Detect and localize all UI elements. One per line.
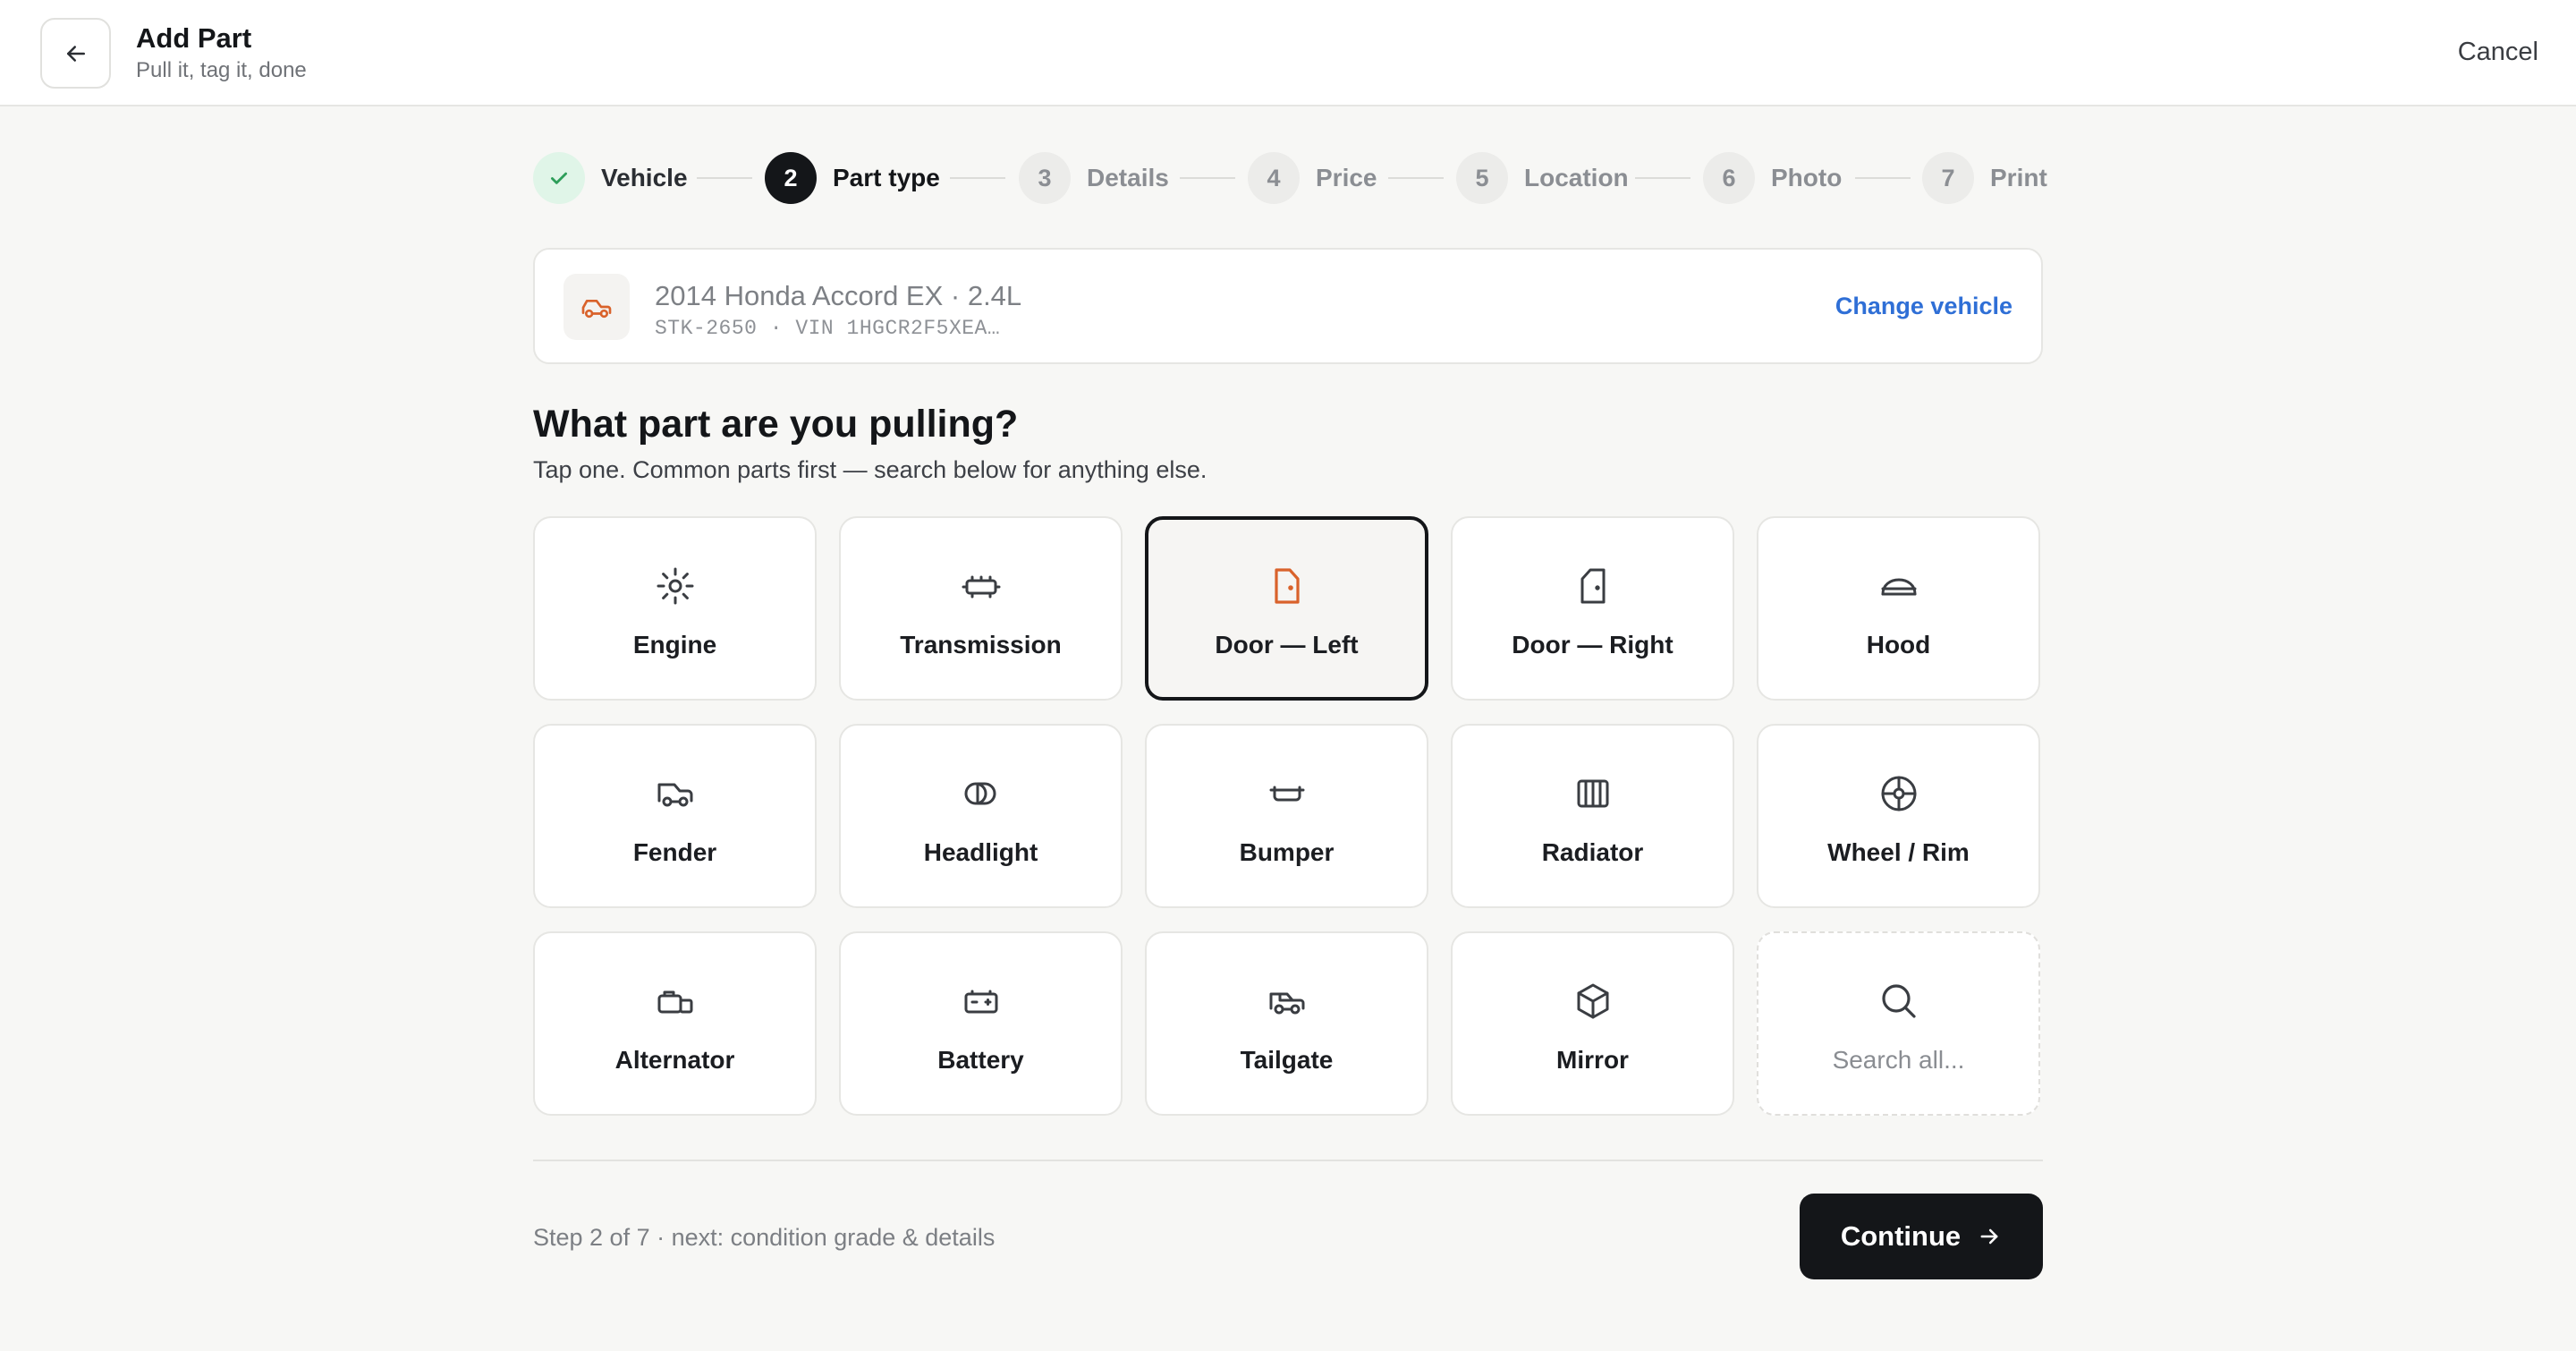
transmission-icon	[962, 575, 1000, 599]
step-number: 5	[1456, 152, 1508, 204]
step-label: Photo	[1771, 164, 1843, 191]
step-connector	[1180, 177, 1235, 179]
arrow-right-icon	[1980, 1228, 1998, 1245]
step-label: Price	[1316, 164, 1377, 191]
part-tile-label: Radiator	[1541, 838, 1644, 866]
step-photo: 6 Photo	[1703, 152, 1842, 204]
continue-label: Continue	[1840, 1220, 1962, 1252]
step-label: Print	[1990, 164, 2047, 191]
section-hint: Tap one. Common parts first — search bel…	[533, 456, 1208, 483]
section-heading: What part are you pulling?	[533, 403, 1019, 446]
part-type-grid: Engine Transmission Door — Left Door — R…	[533, 516, 2043, 1116]
change-vehicle-link[interactable]: Change vehicle	[1835, 293, 2012, 320]
part-tile-bumper[interactable]: Bumper	[1145, 724, 1428, 908]
part-tile-label: Hood	[1866, 631, 1931, 659]
progress-stepper: Vehicle 2 Part type 3 Details 4 Price 5 …	[533, 152, 2047, 204]
page-subtitle: Pull it, tag it, done	[136, 58, 307, 82]
step-details: 3 Details	[1019, 152, 1169, 204]
step-number: 3	[1019, 152, 1071, 204]
battery-icon	[964, 990, 997, 1014]
step-progress-note: Step 2 of 7 · next: condition grade & de…	[533, 1224, 996, 1251]
alternator-icon	[657, 990, 692, 1014]
part-tile-label: Fender	[632, 838, 717, 866]
part-tile-label: Tailgate	[1240, 1046, 1334, 1074]
part-tile-label: Headlight	[923, 838, 1038, 866]
step-part-type[interactable]: 2 Part type	[765, 152, 940, 204]
mirror-icon	[1577, 983, 1608, 1019]
step-number: 6	[1703, 152, 1755, 204]
engine-icon	[657, 567, 693, 605]
step-number: 7	[1922, 152, 1974, 204]
back-button[interactable]	[40, 18, 111, 89]
part-tile-label: Alternator	[614, 1046, 735, 1074]
arrow-left-icon	[66, 45, 85, 62]
step-vehicle[interactable]: Vehicle	[533, 152, 688, 204]
step-print: 7 Print	[1922, 152, 2047, 204]
page-title: Add Part	[136, 22, 252, 54]
radiator-icon	[1577, 779, 1608, 808]
step-connector	[1388, 177, 1444, 179]
step-label: Vehicle	[601, 164, 688, 191]
part-tile-label: Wheel / Rim	[1827, 838, 1970, 866]
step-location: 5 Location	[1456, 152, 1629, 204]
part-tile-label: Search all...	[1832, 1046, 1965, 1074]
part-tile-hood[interactable]: Hood	[1757, 516, 2040, 701]
part-tile-transmission[interactable]: Transmission	[839, 516, 1123, 701]
part-tile-engine[interactable]: Engine	[533, 516, 817, 701]
step-connector	[697, 177, 752, 179]
door-right-icon	[1580, 568, 1605, 604]
part-tile-door-left[interactable]: Door — Left	[1145, 516, 1428, 701]
part-tile-battery[interactable]: Battery	[839, 931, 1123, 1116]
step-done-marker	[533, 152, 585, 204]
headlight-icon	[964, 782, 996, 805]
part-tile-label: Door — Left	[1215, 631, 1359, 659]
part-tile-fender[interactable]: Fender	[533, 724, 817, 908]
footer-divider	[533, 1160, 2043, 1161]
cancel-button[interactable]: Cancel	[2458, 38, 2538, 67]
part-tile-tailgate[interactable]: Tailgate	[1145, 931, 1428, 1116]
part-tile-label: Battery	[937, 1046, 1024, 1074]
vehicle-name: 2014 Honda Accord EX · 2.4L	[655, 280, 1022, 311]
part-tile-search-all[interactable]: Search all...	[1757, 931, 2040, 1116]
step-number: 2	[765, 152, 817, 204]
part-tile-radiator[interactable]: Radiator	[1451, 724, 1734, 908]
vehicle-summary-card: 2014 Honda Accord EX · 2.4L STK-2650 · V…	[533, 248, 2043, 364]
vehicle-icon-box	[564, 274, 630, 340]
step-price: 4 Price	[1248, 152, 1377, 204]
door-left-icon	[1274, 568, 1300, 604]
part-tile-label: Engine	[632, 631, 717, 659]
step-label: Part type	[833, 164, 940, 191]
step-label: Details	[1087, 164, 1169, 191]
step-connector	[1635, 177, 1690, 179]
part-tile-wheel-rim[interactable]: Wheel / Rim	[1757, 724, 2040, 908]
hood-icon	[1881, 578, 1916, 596]
wheel-icon	[1881, 776, 1916, 811]
bumper-icon	[1269, 786, 1304, 802]
part-tile-door-right[interactable]: Door — Right	[1451, 516, 1734, 701]
part-tile-label: Transmission	[900, 631, 1062, 659]
car-icon	[581, 300, 612, 319]
part-tile-label: Door — Right	[1512, 631, 1674, 659]
check-icon	[551, 172, 567, 184]
part-tile-label: Bumper	[1239, 838, 1335, 866]
step-connector	[1855, 177, 1911, 179]
step-number: 4	[1248, 152, 1300, 204]
part-tile-alternator[interactable]: Alternator	[533, 931, 817, 1116]
top-bar: Add Part Pull it, tag it, done Cancel	[0, 0, 2576, 106]
step-label: Location	[1524, 164, 1629, 191]
search-icon	[1881, 984, 1916, 1018]
part-tile-headlight[interactable]: Headlight	[839, 724, 1123, 908]
fender-icon	[657, 783, 692, 807]
part-tile-label: Mirror	[1556, 1046, 1629, 1074]
vehicle-stock-vin: STK-2650 · VIN 1HGCR2F5XEA…	[655, 317, 1001, 340]
tailgate-icon	[1269, 992, 1304, 1015]
step-connector	[950, 177, 1005, 179]
part-tile-mirror[interactable]: Mirror	[1451, 931, 1734, 1116]
continue-button[interactable]: Continue	[1800, 1194, 2043, 1279]
